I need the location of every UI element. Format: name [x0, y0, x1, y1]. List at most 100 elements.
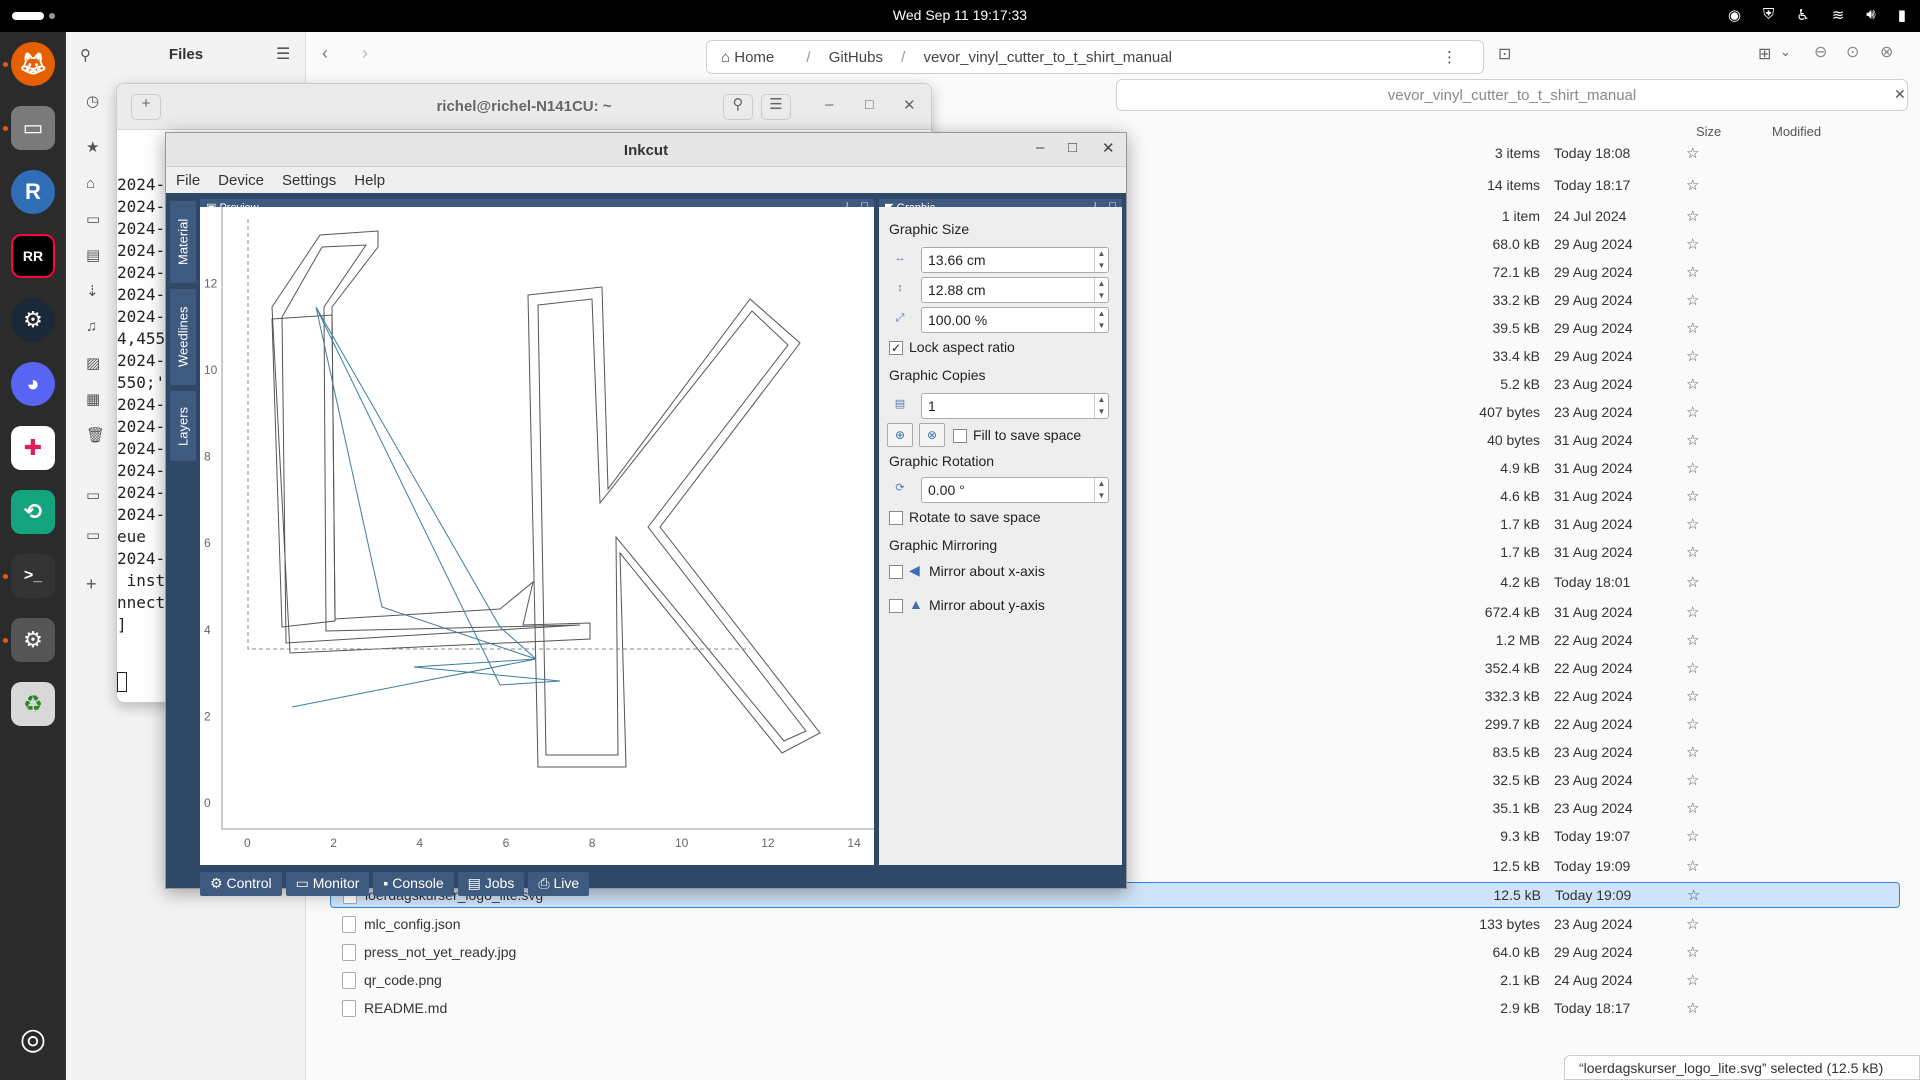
height-spinbox[interactable]: 12.88 cm ▲ ▼ — [921, 277, 1109, 303]
star-icon[interactable]: ☆ — [1686, 515, 1699, 533]
accessibility-icon[interactable]: ♿ — [1796, 6, 1809, 24]
clock[interactable]: Wed Sep 11 19:17:33 — [0, 7, 1920, 23]
tab-layers[interactable]: Layers — [170, 391, 196, 461]
spin-arrows[interactable]: ▲ ▼ — [1094, 394, 1108, 418]
path-bar[interactable]: ⌂ Home / GitHubs / vevor_vinyl_cutter_to… — [706, 40, 1484, 74]
list-item[interactable]: press_not_yet_ready.jpg 64.0 kB 29 Aug 202… — [330, 940, 1900, 966]
discord-tray-icon[interactable]: ◉ — [1728, 6, 1741, 24]
list-item[interactable]: mlc_config.json 133 bytes 23 Aug 2024 ☆ — [330, 912, 1900, 938]
crumb-current[interactable]: vevor_vinyl_cutter_to_t_shirt_manual — [923, 49, 1171, 66]
list-item[interactable]: README.md 2.9 kB Today 18:17 ☆ — [330, 996, 1900, 1022]
tab-weedlines[interactable]: Weedlines — [170, 289, 196, 385]
star-icon[interactable]: ☆ — [1686, 631, 1699, 649]
add-copy-button[interactable]: ⊕ — [887, 423, 913, 447]
tab-control[interactable]: ⚙︎ Control — [200, 872, 282, 896]
spin-arrows[interactable]: ▲ ▼ — [1094, 248, 1108, 272]
drive-icon[interactable]: ▭ — [86, 486, 100, 504]
maximize-button[interactable]: □ — [1068, 139, 1077, 156]
close-button[interactable]: ✕ — [903, 96, 916, 114]
star-icon[interactable]: ☆ — [1686, 999, 1699, 1017]
crumb-githubs[interactable]: GitHubs — [829, 49, 883, 66]
mirror-y-checkbox[interactable] — [889, 599, 903, 613]
scale-spinbox[interactable]: 100.00 % ▲ ▼ — [921, 307, 1109, 333]
terminal-output[interactable]: 2024- 2024- 2024- 2024- 2024- 2024- 2024… — [117, 174, 165, 636]
star-icon[interactable]: ☆ — [1686, 207, 1699, 225]
star-icon[interactable]: ☆ — [1686, 319, 1699, 337]
minimize-button[interactable]: – — [1036, 139, 1044, 156]
star-icon[interactable]: ☆ — [1686, 144, 1699, 162]
preview-canvas[interactable]: 0 2 4 6 8 10 12 14 0 2 4 6 8 10 12 — [200, 207, 874, 865]
tab-monitor[interactable]: ▭ Monitor — [285, 872, 370, 896]
back-button[interactable]: ‹ — [322, 43, 328, 64]
documents-icon[interactable]: ▤ — [86, 246, 100, 264]
star-icon[interactable]: ☆ — [1687, 886, 1700, 904]
star-icon[interactable]: ☆ — [1686, 971, 1699, 989]
star-icon[interactable]: ☆ — [1686, 487, 1699, 505]
star-icon[interactable]: ☆ — [1686, 915, 1699, 933]
other-locations-icon[interactable]: + — [86, 574, 97, 595]
wifi-icon[interactable]: ≋ — [1832, 6, 1845, 24]
menu-file[interactable]: File — [176, 172, 200, 189]
star-icon[interactable]: ☆ — [1686, 771, 1699, 789]
star-icon[interactable]: ☆ — [1686, 347, 1699, 365]
tab-console[interactable]: ▪ Console — [373, 872, 454, 896]
copies-spinbox[interactable]: 1 ▲ ▼ — [921, 393, 1109, 419]
star-icon[interactable]: ☆ — [1686, 603, 1699, 621]
r-icon[interactable]: R — [11, 170, 55, 214]
shield-icon[interactable]: ⛨ — [1763, 6, 1774, 24]
starred-icon[interactable]: ★ — [86, 138, 99, 156]
star-icon[interactable]: ☆ — [1686, 375, 1699, 393]
width-spinbox[interactable]: 13.66 cm ▲ ▼ — [921, 247, 1109, 273]
firefox-icon[interactable]: 🦊︎ — [11, 42, 55, 86]
modified-column-header[interactable]: Modified — [1772, 124, 1821, 139]
menu-icon[interactable]: ☰ — [276, 44, 290, 64]
menu-settings[interactable]: Settings — [282, 172, 336, 189]
volume-icon[interactable]: 🔊︎ — [1866, 6, 1875, 24]
home-icon[interactable]: ⌂ — [86, 175, 95, 192]
star-icon[interactable]: ☆ — [1686, 235, 1699, 253]
star-icon[interactable]: ☆ — [1686, 799, 1699, 817]
steam-icon[interactable]: ⚙︎ — [11, 298, 55, 342]
star-icon[interactable]: ☆ — [1686, 176, 1699, 194]
star-icon[interactable]: ☆ — [1686, 857, 1699, 875]
star-icon[interactable]: ☆ — [1686, 743, 1699, 761]
star-icon[interactable]: ☆ — [1686, 827, 1699, 845]
show-apps-icon[interactable]: ◎ — [11, 1017, 55, 1061]
maximize-button[interactable]: ⊙ — [1846, 42, 1859, 62]
recent-icon[interactable]: ◷ — [86, 92, 99, 110]
downloads-icon[interactable]: ⇣ — [86, 282, 99, 300]
files-icon[interactable]: ▭ — [11, 106, 55, 150]
star-icon[interactable]: ☆ — [1686, 659, 1699, 677]
close-button[interactable]: ✕ — [1102, 139, 1115, 157]
trash-sidebar-icon[interactable]: 🗑︎ — [86, 426, 105, 444]
star-icon[interactable]: ☆ — [1686, 543, 1699, 561]
search-icon[interactable]: ⚲ — [723, 94, 753, 120]
star-icon[interactable]: ☆ — [1686, 943, 1699, 961]
battery-icon[interactable]: ▮ — [1898, 6, 1906, 24]
maximize-button[interactable]: □ — [865, 96, 873, 112]
rotation-spinbox[interactable]: 0.00 ° ▲ ▼ — [921, 477, 1109, 503]
fill-checkbox[interactable] — [953, 429, 967, 443]
view-grid-icon[interactable]: ⊞ — [1758, 44, 1771, 64]
pictures-icon[interactable]: ▨ — [86, 354, 100, 372]
search-input[interactable]: vevor_vinyl_cutter_to_t_shirt_manual — [1116, 79, 1908, 111]
rotate-save-checkbox[interactable] — [889, 511, 903, 525]
lock-aspect-checkbox[interactable]: ✓ — [889, 341, 903, 355]
size-column-header[interactable]: Size — [1696, 124, 1721, 139]
star-icon[interactable]: ☆ — [1686, 291, 1699, 309]
preview-plot[interactable]: 0 2 4 6 8 10 12 14 0 2 4 6 8 10 12 — [200, 207, 874, 865]
terminal-icon[interactable]: >_ — [11, 554, 55, 598]
spin-arrows[interactable]: ▲ ▼ — [1094, 308, 1108, 332]
minimize-button[interactable]: – — [825, 96, 833, 113]
mirror-x-checkbox[interactable] — [889, 565, 903, 579]
list-item[interactable]: qr_code.png 2.1 kB 24 Aug 2024 ☆ — [330, 968, 1900, 994]
system-tray[interactable]: ◉ ⛨ ♿ ≋ 🔊︎ ▮ — [1728, 6, 1906, 24]
star-icon[interactable]: ☆ — [1686, 459, 1699, 477]
videos-icon[interactable]: ▦ — [86, 390, 100, 408]
clear-search-icon[interactable]: ✕ — [1894, 86, 1906, 103]
rustrover-icon[interactable]: RR — [11, 234, 55, 278]
star-icon[interactable]: ☆ — [1686, 431, 1699, 449]
menu-help[interactable]: Help — [354, 172, 385, 189]
star-icon[interactable]: ☆ — [1686, 573, 1699, 591]
drive-icon[interactable]: ▭ — [86, 526, 100, 544]
